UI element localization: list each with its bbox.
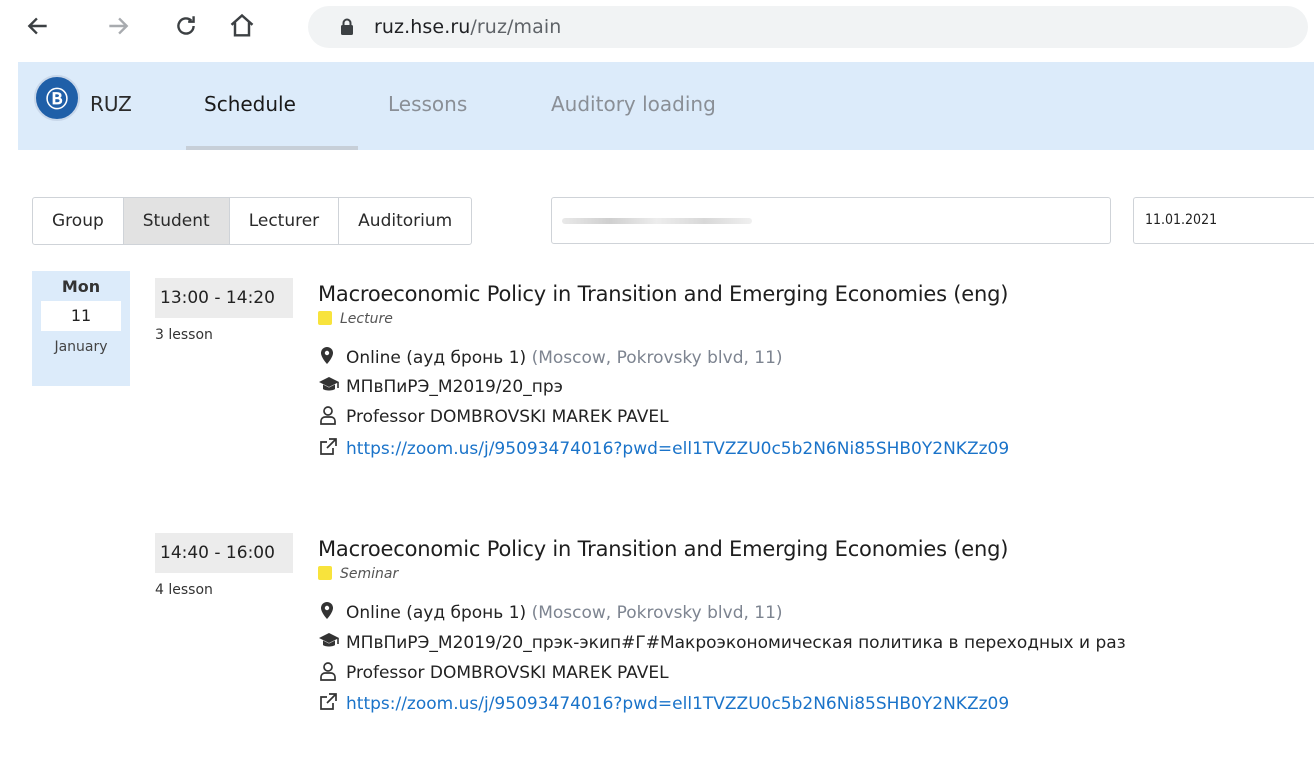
location-pin-icon	[318, 601, 340, 621]
tab-auditory-loading[interactable]: Auditory loading	[551, 92, 716, 116]
lesson-number: 3 lesson	[155, 327, 213, 343]
zoom-link[interactable]: https://zoom.us/j/95093474016?pwd=ell1TV…	[346, 694, 1009, 714]
location-pin-icon	[318, 346, 340, 366]
search-type-selector: Group Student Lecturer Auditorium	[32, 197, 473, 245]
browser-toolbar: ruz.hse.ru/ruz/main	[0, 0, 1314, 60]
tab-schedule[interactable]: Schedule	[204, 92, 296, 116]
back-arrow-icon[interactable]	[20, 8, 56, 44]
active-tab-indicator	[186, 146, 358, 150]
url-text: ruz.hse.ru/ruz/main	[374, 16, 562, 38]
graduation-cap-icon	[318, 631, 340, 651]
lesson-time: 14:40 - 16:00	[155, 533, 293, 573]
hse-logo[interactable]: Ⓑ	[34, 75, 80, 121]
graduation-cap-icon	[318, 375, 340, 395]
lesson-title: Macroeconomic Policy in Transition and E…	[318, 537, 1009, 561]
lesson-number: 4 lesson	[155, 582, 213, 598]
lock-icon[interactable]	[340, 18, 354, 41]
forward-arrow-icon[interactable]	[100, 8, 136, 44]
kind-swatch	[318, 311, 332, 325]
app-header: Ⓑ RUZ Schedule Lessons Auditory loading	[18, 62, 1314, 150]
tab-lessons[interactable]: Lessons	[388, 92, 467, 116]
type-group-button[interactable]: Group	[33, 198, 124, 244]
brand-name[interactable]: RUZ	[90, 92, 132, 116]
search-blurred-text	[562, 218, 752, 224]
day-header: Mon 11 January	[32, 271, 130, 386]
type-student-button[interactable]: Student	[123, 198, 230, 244]
lesson-title: Macroeconomic Policy in Transition and E…	[318, 282, 1009, 306]
lesson-link-row: https://zoom.us/j/95093474016?pwd=ell1TV…	[318, 437, 1314, 459]
lesson-lecturer: Professor DOMBROVSKI MAREK PAVEL	[318, 661, 669, 683]
weekday-label: Mon	[61, 277, 101, 296]
lesson-time: 13:00 - 14:20	[155, 278, 293, 318]
lesson-link-row: https://zoom.us/j/95093474016?pwd=ell1TV…	[318, 692, 1314, 714]
lesson-kind: Lecture	[318, 311, 393, 327]
person-icon	[318, 661, 340, 681]
search-input[interactable]	[551, 197, 1111, 244]
type-lecturer-button[interactable]: Lecturer	[230, 198, 340, 244]
lesson-group: МПвПиРЭ_М2019/20_прэ	[318, 375, 563, 397]
kind-swatch	[318, 566, 332, 580]
reload-icon[interactable]	[168, 8, 204, 44]
date-field[interactable]: 11.01.2021	[1133, 197, 1314, 244]
address-bar[interactable]: ruz.hse.ru/ruz/main	[308, 6, 1308, 48]
lesson-location: Online (ауд бронь 1) (Moscow, Pokrovsky …	[318, 601, 783, 623]
zoom-link[interactable]: https://zoom.us/j/95093474016?pwd=ell1TV…	[346, 439, 1009, 459]
external-link-icon	[318, 692, 340, 712]
lesson-kind: Seminar	[318, 566, 398, 582]
month-label: January	[54, 339, 108, 355]
lesson-location: Online (ауд бронь 1) (Moscow, Pokrovsky …	[318, 346, 783, 368]
day-number: 11	[41, 301, 121, 331]
home-icon[interactable]	[224, 8, 260, 44]
lesson-group: МПвПиРЭ_М2019/20_прэк-экип#Г#Макроэконом…	[318, 631, 1314, 653]
lesson-lecturer: Professor DOMBROVSKI MAREK PAVEL	[318, 405, 669, 427]
person-icon	[318, 405, 340, 425]
external-link-icon	[318, 437, 340, 457]
type-auditorium-button[interactable]: Auditorium	[339, 198, 471, 244]
